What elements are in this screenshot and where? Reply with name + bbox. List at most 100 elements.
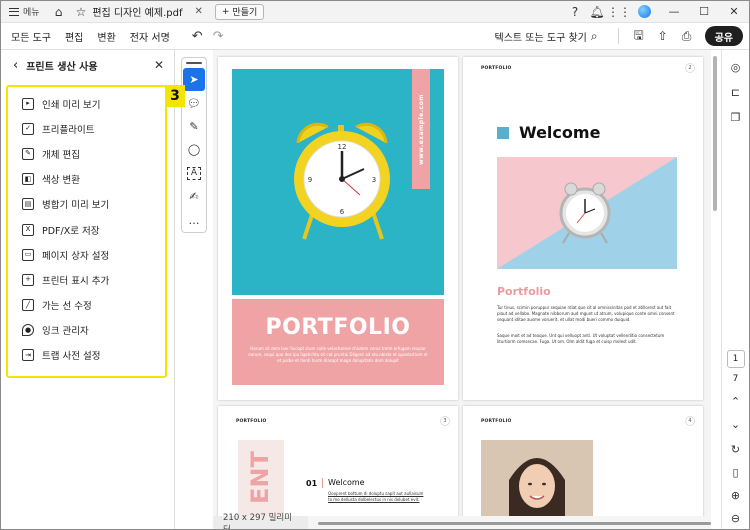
close-panel-icon[interactable]: ✕ (154, 58, 164, 72)
vertical-scrollbar[interactable] (713, 56, 717, 211)
ai-assistant-icon[interactable]: ◎ (724, 56, 748, 79)
tool-trap-presets[interactable]: ⇥ 트랩 사전 설정 (8, 343, 165, 368)
trap-presets-icon: ⇥ (22, 349, 34, 362)
select-cursor-icon[interactable]: ➤ (183, 67, 205, 92)
new-tab-button[interactable]: + 만들기 (214, 3, 265, 20)
portfolio-paragraph-2: Saque moit et ad teaque. Unt qui velluop… (497, 333, 665, 344)
tool-edit-object[interactable]: ✎ 개체 편집 (8, 141, 165, 166)
tool-preflight[interactable]: ✓ 프리플라이트 (8, 116, 165, 141)
page-cover: 12 3 6 9 www.example.com PORTFOLIO Harum si… (218, 57, 458, 400)
print-preview-icon: ▸ (22, 97, 34, 110)
toolbar-divider (617, 28, 619, 44)
menu-convert[interactable]: 변환 (90, 23, 122, 50)
svg-text:9: 9 (308, 176, 312, 184)
tool-label: 페이지 상자 설정 (42, 250, 110, 262)
status-bar: 210 x 297 밀리미터 (213, 513, 711, 529)
maximize-button[interactable]: ☐ (689, 1, 719, 23)
undo-icon[interactable]: ↶ (187, 29, 208, 44)
portfolio-subhead: Portfolio (497, 285, 551, 298)
tool-save-pdfx[interactable]: X PDF/X로 저장 (8, 217, 165, 242)
search-icon: ⌕ (590, 28, 598, 43)
tool-print-preview[interactable]: ▸ 인쇄 미리 보기 (8, 91, 165, 116)
menu-esign[interactable]: 전자 서명 (123, 23, 177, 50)
document-view[interactable]: 12 3 6 9 www.example.com PORTFOLIO Harum si… (213, 50, 711, 516)
bookmark-panel-icon[interactable]: ⊏ (724, 81, 748, 104)
strip-handle[interactable] (186, 62, 202, 64)
share-button[interactable]: 공유 (704, 26, 743, 46)
tool-ink-manager[interactable]: ● 잉크 관리자 (8, 318, 165, 343)
chevron-down-icon[interactable]: ⌄ (724, 413, 748, 436)
text-select-icon[interactable]: A (187, 166, 201, 181)
menu-button[interactable]: 메뉴 (1, 1, 48, 23)
save-icon[interactable]: 🖫 (627, 24, 651, 48)
apps-grid-icon[interactable]: ⋮⋮ (607, 1, 631, 23)
close-tab-icon[interactable]: ✕ (194, 6, 202, 17)
new-tab-label: 만들기 (232, 8, 258, 18)
star-icon[interactable]: ☆ (76, 5, 87, 19)
comment-icon[interactable]: 💬︎ (183, 91, 205, 114)
refresh-icon[interactable]: ↻ (724, 438, 748, 461)
app-window: 메뉴 ⌂ ☆ 편집 디자인 예제.pdf ✕ + 만들기 ? 🔔︎ ⋮⋮ — ☐… (0, 0, 750, 530)
tool-label: 가는 선 수정 (42, 301, 92, 313)
current-page-field[interactable]: 1 (726, 350, 745, 368)
page-4: PORTFOLIO 4 (463, 406, 703, 516)
redo-icon[interactable]: ↷ (208, 29, 229, 44)
plus-icon: + (221, 6, 230, 17)
zoom-out-icon[interactable]: ⊖ (724, 507, 748, 529)
cover-pink-block: PORTFOLIO Harum sit dem laer fuicopt stu… (232, 299, 444, 385)
menu-edit[interactable]: 편집 (58, 23, 90, 50)
page-number: 4 (685, 416, 695, 426)
search-tools-button[interactable]: 텍스트 또는 도구 찾기 ⌕ (495, 29, 610, 44)
back-icon[interactable]: ‹ (13, 58, 18, 73)
page-box-icon: ▭ (22, 248, 34, 261)
menu-all-tools[interactable]: 모든 도구 (1, 23, 58, 50)
tool-label: 색상 변환 (42, 175, 80, 187)
close-window-button[interactable]: ✕ (719, 1, 749, 23)
page-number: 2 (685, 63, 695, 73)
tool-label: PDF/X로 저장 (42, 225, 100, 237)
svg-text:12: 12 (338, 143, 347, 151)
convert-colors-icon: ◧ (22, 173, 34, 186)
help-icon[interactable]: ? (564, 1, 586, 23)
print-icon[interactable]: ⎙ (675, 24, 699, 48)
cover-body: Harum sit dem laer fuicopt stum coile ve… (248, 346, 428, 363)
fix-hairlines-icon: ╱ (22, 299, 34, 312)
pages-panel-icon[interactable]: ❐ (724, 106, 748, 129)
portrait-photo (481, 440, 593, 516)
sign-icon[interactable]: ✍ (183, 185, 205, 208)
side-band: ENT (238, 440, 284, 516)
chevron-up-icon[interactable]: ⌃ (724, 390, 748, 413)
upload-icon[interactable]: ⇧ (651, 24, 675, 48)
tool-page-box[interactable]: ▭ 페이지 상자 설정 (8, 242, 165, 267)
zoom-in-icon[interactable]: ⊕ (724, 484, 748, 507)
page-header: PORTFOLIO (236, 419, 267, 424)
quick-tools-strip: ➤ 💬︎ ✎ ◯ A ✍ … (181, 57, 207, 233)
cover-vertical-band: www.example.com (412, 69, 430, 189)
tool-convert-colors[interactable]: ◧ 색상 변환 (8, 167, 165, 192)
document-tab[interactable]: ☆ 편집 디자인 예제.pdf ✕ (70, 1, 209, 23)
home-icon[interactable]: ⌂ (48, 1, 70, 23)
minimize-button[interactable]: — (659, 1, 689, 23)
lasso-icon[interactable]: ◯ (183, 138, 205, 161)
section-body: Oooprent bottum di doluptu sapit aut aul… (328, 491, 424, 502)
page-size-label: 210 x 297 밀리미터 (213, 513, 309, 529)
page-header: PORTFOLIO (481, 66, 512, 71)
horizontal-scrollbar[interactable] (318, 521, 711, 525)
hamburger-icon (9, 7, 19, 16)
title-bar: 메뉴 ⌂ ☆ 편집 디자인 예제.pdf ✕ + 만들기 ? 🔔︎ ⋮⋮ — ☐… (1, 1, 749, 23)
page-fit-icon[interactable]: ▯ (724, 461, 748, 484)
person-portrait-illustration (481, 440, 593, 516)
tool-fix-hairlines[interactable]: ╱ 가는 선 수정 (8, 293, 165, 318)
tool-output-preview[interactable]: ▤ 병합기 미리 보기 (8, 192, 165, 217)
page-number: 3 (440, 416, 450, 426)
tools-highlight-box: ▸ 인쇄 미리 보기 ✓ 프리플라이트 ✎ 개체 편집 ◧ 색상 변환 ▤ 병합기 미리 … (6, 85, 167, 378)
bell-icon[interactable]: 🔔︎ (586, 1, 608, 23)
step-badge: 3 (165, 85, 185, 107)
edit-object-icon: ✎ (22, 147, 34, 160)
tool-printer-marks[interactable]: + 프린터 표시 추가 (8, 267, 165, 292)
pen-icon[interactable]: ✎ (183, 115, 205, 138)
avatar[interactable] (638, 5, 651, 18)
tool-label: 프리플라이트 (42, 124, 95, 136)
more-icon[interactable]: … (183, 209, 205, 232)
cover-photo: 12 3 6 9 www.example.com (232, 69, 444, 295)
